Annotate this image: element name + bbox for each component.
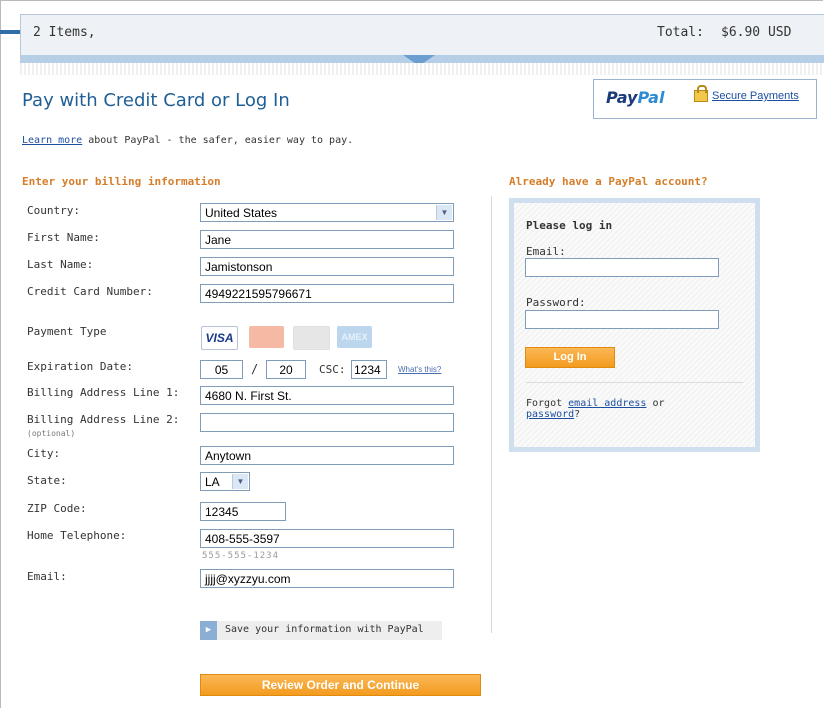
country-label: Country: (27, 204, 80, 217)
expiration-label: Expiration Date: (27, 360, 133, 373)
address2-optional: (optional) (27, 429, 76, 438)
phone-format-hint: 555-555-1234 (202, 551, 280, 561)
chevron-down-icon[interactable]: ▼ (232, 474, 248, 489)
learn-more-link[interactable]: Learn more (22, 135, 82, 146)
billing-heading: Enter your billing information (22, 175, 221, 188)
last-name-field[interactable]: Jamistonson (200, 257, 454, 276)
address1-label: Billing Address Line 1: (27, 386, 180, 399)
save-info-label: Save your information with PayPal (225, 624, 424, 635)
amex-card-icon: AMEX (337, 326, 372, 348)
summary-shadow (20, 63, 824, 75)
total-label: Total: (657, 25, 704, 40)
login-button[interactable]: Log In (525, 347, 615, 368)
forgot-password-link[interactable]: password (526, 409, 574, 420)
forgot-email-link[interactable]: email address (568, 398, 646, 409)
state-label: State: (27, 474, 67, 487)
cc-number-label: Credit Card Number: (27, 285, 153, 298)
login-email-field[interactable] (525, 258, 719, 277)
email-field[interactable]: jjjj@xyzzyu.com (200, 569, 454, 588)
summary-accent (0, 30, 20, 34)
save-info-toggle[interactable]: ▶ Save your information with PayPal (200, 621, 442, 640)
city-label: City: (27, 447, 61, 460)
section-divider (491, 196, 492, 633)
forgot-text: Forgot email address or password? (526, 398, 665, 420)
review-order-button[interactable]: Review Order and Continue (200, 674, 481, 696)
paypal-badge: PayPal Secure Payments (593, 79, 817, 119)
login-separator (526, 382, 743, 383)
chevron-down-icon[interactable]: ▼ (436, 205, 452, 220)
address1-field[interactable]: 4680 N. First St. (200, 386, 454, 405)
paypal-logo: PayPal (606, 88, 665, 107)
arrow-right-icon: ▶ (200, 621, 217, 640)
exp-month-field[interactable]: 05 (200, 360, 243, 379)
country-select[interactable]: United States ▼ (200, 203, 454, 222)
total-value: $6.90 USD (721, 25, 792, 40)
csc-label: CSC: (319, 363, 346, 376)
first-name-label: First Name: (27, 231, 100, 244)
discover-card-icon (293, 326, 330, 350)
learn-more-line: Learn more about PayPal - the safer, eas… (22, 135, 354, 146)
city-field[interactable]: Anytown (200, 446, 454, 465)
login-email-label: Email: (526, 245, 566, 258)
whats-this-link[interactable]: What's this? (398, 365, 441, 374)
login-password-label: Password: (526, 296, 586, 309)
exp-separator: / (251, 362, 259, 376)
login-title: Please log in (526, 219, 613, 232)
lock-icon (694, 85, 708, 102)
state-select[interactable]: LA ▼ (200, 472, 250, 491)
address2-label: Billing Address Line 2: (27, 413, 180, 426)
login-password-field[interactable] (525, 310, 719, 329)
email-label: Email: (27, 570, 67, 583)
first-name-field[interactable]: Jane (200, 230, 454, 249)
secure-payments-link[interactable]: Secure Payments (712, 90, 799, 102)
login-heading: Already have a PayPal account? (509, 175, 708, 188)
mastercard-card-icon (249, 326, 284, 348)
cc-number-field[interactable]: 4949221595796671 (200, 284, 454, 303)
address2-field[interactable] (200, 413, 454, 432)
payment-type-label: Payment Type (27, 325, 107, 338)
exp-year-field[interactable]: 20 (266, 360, 306, 379)
zip-field[interactable]: 12345 (200, 502, 286, 521)
last-name-label: Last Name: (27, 258, 94, 271)
phone-field[interactable]: 408-555-3597 (200, 529, 454, 548)
item-count: 2 Items, (33, 25, 96, 40)
page-title: Pay with Credit Card or Log In (22, 90, 290, 111)
visa-card-icon: VISA (201, 326, 238, 350)
zip-label: ZIP Code: (27, 502, 87, 515)
phone-label: Home Telephone: (27, 529, 127, 542)
csc-field[interactable]: 1234 (351, 360, 387, 379)
